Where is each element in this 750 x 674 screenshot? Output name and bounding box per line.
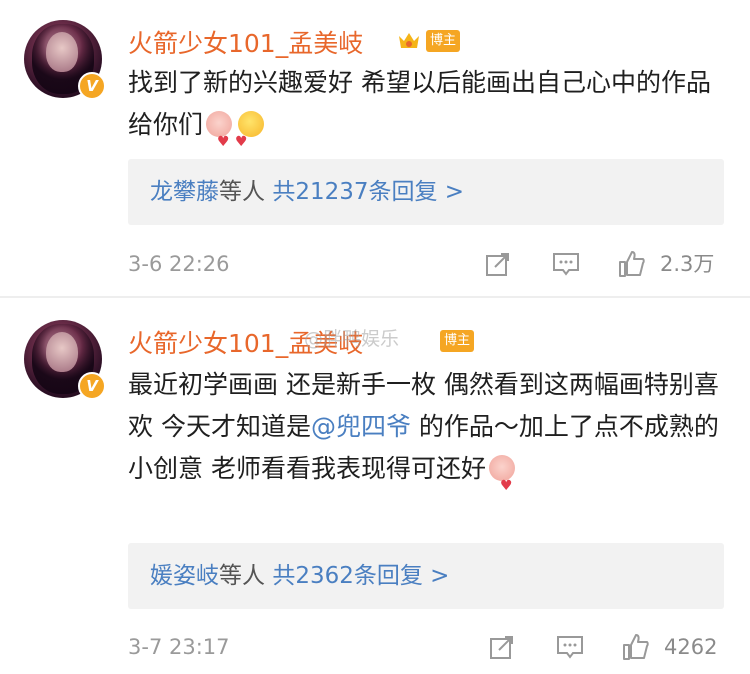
comment-icon[interactable] xyxy=(552,250,580,278)
share-icon[interactable] xyxy=(488,633,516,661)
reply-summary[interactable]: 龙攀藤等人 共21237条回复 > xyxy=(128,159,724,225)
timestamp: 3-7 23:17 xyxy=(128,635,230,659)
comment-1: V 火箭少女101_孟美岐 博主 找到了新的兴趣爱好 希望以后能画出自己心中的作… xyxy=(0,0,750,296)
reply-summary[interactable]: 媛姿岐等人 共2362条回复 > xyxy=(128,543,724,609)
blush-emoji-icon xyxy=(486,453,518,507)
comment-text: 找到了新的兴趣爱好 希望以后能画出自己心中的作品给你们 xyxy=(128,62,728,163)
reply-count-link[interactable]: 共21237条回复 > xyxy=(272,179,464,205)
comment-icon[interactable] xyxy=(556,633,584,661)
comment-2: V 火箭少女101_孟美岐 博主 最近初学画画 还是新手一枚 偶然看到这两幅画特… xyxy=(0,298,750,674)
blush-emoji-icon xyxy=(203,109,235,163)
comment-meta: 3-6 22:26 2.3万 xyxy=(128,244,724,284)
verified-badge-icon: V xyxy=(78,372,106,400)
reply-count-link[interactable]: 共2362条回复 > xyxy=(272,563,449,589)
reply-etc: 等人 xyxy=(219,179,265,205)
timestamp: 3-6 22:26 xyxy=(128,252,230,276)
like-icon[interactable] xyxy=(622,633,650,661)
comment-meta: 3-7 23:17 4262 xyxy=(128,627,724,667)
blogger-tag: 博主 xyxy=(440,330,475,352)
like-count: 4262 xyxy=(664,635,718,659)
comment-text: 最近初学画画 还是新手一枚 偶然看到这两幅画特别喜欢 今天才知道是@兜四爷 的作… xyxy=(128,364,728,507)
watermark: @胖鸭娱乐 xyxy=(304,328,400,350)
crown-icon xyxy=(399,33,419,48)
verified-badge-icon: V xyxy=(78,72,106,100)
reply-user[interactable]: 媛姿岐 xyxy=(150,563,219,589)
share-icon[interactable] xyxy=(484,250,512,278)
smile-heart-emoji-icon xyxy=(235,109,267,163)
username[interactable]: 火箭少女101_孟美岐 xyxy=(128,24,363,60)
reply-user[interactable]: 龙攀藤 xyxy=(150,179,219,205)
blogger-tag: 博主 xyxy=(426,30,461,52)
like-icon[interactable] xyxy=(618,250,646,278)
mention-link[interactable]: @兜四爷 xyxy=(311,412,411,441)
like-count: 2.3万 xyxy=(660,252,715,276)
reply-etc: 等人 xyxy=(219,563,265,589)
